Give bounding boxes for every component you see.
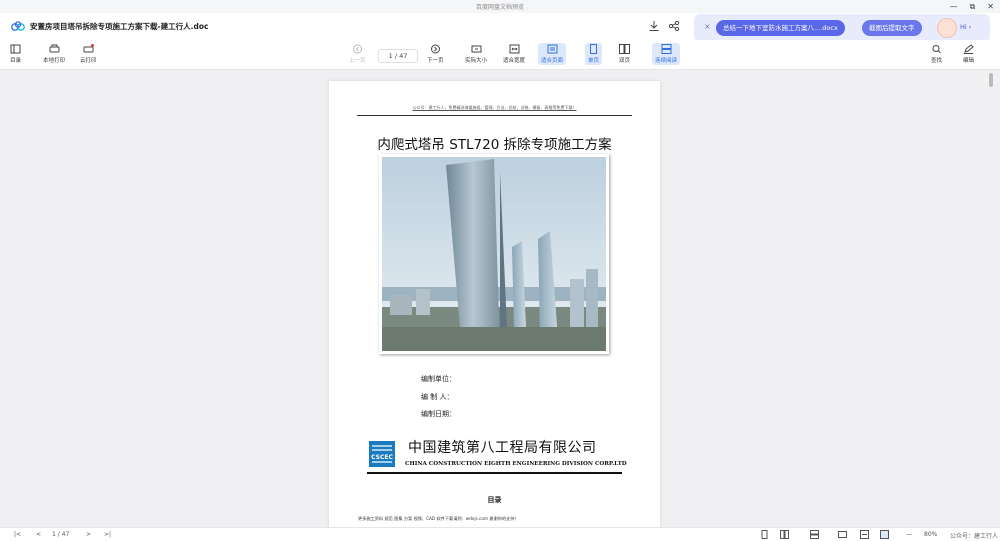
toolbar: 目录 本地打印 云打印 上一页 下一页 实际大小 适合宽度 适合页面 单页 双页… (0, 40, 1000, 70)
page-number-input[interactable]: 1 / 47 (378, 49, 418, 63)
ai-bar-close-icon[interactable]: × (704, 22, 711, 31)
company-name-en: CHINA CONSTRUCTION EIGHTH ENGINEERING DI… (405, 461, 627, 467)
edit-label: 编辑 (963, 58, 975, 64)
status-page-indicator[interactable]: 1 / 47 (52, 531, 69, 538)
field-author: 编 制 人： (421, 393, 454, 401)
zoom-out-button[interactable]: — (906, 531, 912, 538)
continuous-read-icon (661, 44, 671, 54)
first-page-button[interactable]: |< (14, 531, 21, 538)
single-page-button[interactable]: 单页 (585, 43, 603, 65)
ai-assistant-bar: × 总结一下地下室防水施工方案八....docx 截图后提取文字 Hi › (694, 14, 990, 42)
single-page-icon (590, 44, 597, 54)
document-viewport[interactable]: 公众号：建工行人；免费精选海量施组、管理、方法、总结、试卷、模板、表格等免费下载… (0, 71, 1000, 527)
actual-size-label: 实际大小 (465, 58, 488, 64)
double-page-label: 双页 (619, 58, 631, 64)
status-prev-button[interactable]: < (36, 531, 41, 538)
page-footer-note: 更多施工资料 规范 图集 方案 视频、CAD 软件下载请到：wdxjs.com … (358, 516, 519, 521)
ai-hi-button[interactable]: Hi › (960, 23, 971, 31)
ai-assistant-avatar[interactable] (937, 18, 957, 38)
pencil-icon (964, 44, 974, 54)
document-title: 内爬式塔吊 STL720 拆除专项施工方案 (377, 137, 612, 153)
double-page-icon (619, 44, 630, 54)
window-title: 百度网盘文档预览 (475, 4, 524, 11)
fit-page-button[interactable]: 适合页面 (538, 43, 567, 65)
ocr-extract-button[interactable]: 截图后提取文字 (862, 20, 922, 36)
next-page-button[interactable]: 下一页 (427, 44, 444, 64)
fit-page-icon (547, 44, 557, 54)
fit-width-label: 适合宽度 (503, 58, 526, 64)
cloud-printer-icon (83, 44, 94, 53)
last-page-button[interactable]: >| (104, 531, 111, 538)
watermark-text: 公众号：建工行人 (949, 533, 998, 540)
double-view-icon[interactable] (780, 530, 789, 539)
continuous-read-label: 连续阅读 (655, 58, 678, 64)
next-page-icon (430, 44, 440, 54)
page-header-rule (357, 115, 632, 116)
company-name-cn: 中国建筑第八工程局有限公司 (408, 440, 597, 456)
field-date: 编制日期： (421, 410, 456, 418)
vertical-scrollbar[interactable] (988, 71, 994, 527)
prev-page-label: 上一页 (349, 58, 366, 64)
scrollbar-thumb[interactable] (989, 73, 993, 87)
scroll-view-icon[interactable] (810, 530, 819, 539)
close-window-button[interactable]: ✕ (987, 2, 994, 11)
printer-icon (49, 44, 59, 53)
toc-icon (10, 44, 21, 54)
single-view-icon[interactable] (760, 530, 769, 539)
actual-size-icon (471, 45, 481, 53)
search-button[interactable]: 查找 (931, 44, 942, 64)
toc-button[interactable]: 目录 (10, 44, 21, 64)
cloud-print-button[interactable]: 云打印 (80, 44, 97, 64)
actual-size-status-icon[interactable] (838, 530, 847, 539)
field-organization: 编制单位： (421, 375, 456, 383)
prev-page-button[interactable]: 上一页 (349, 44, 366, 64)
document-page: 公众号：建工行人；免费精选海量施组、管理、方法、总结、试卷、模板、表格等免费下载… (329, 81, 660, 527)
continuous-read-button[interactable]: 连续阅读 (652, 43, 681, 65)
prev-page-icon (352, 44, 362, 54)
cscec-logo-icon: CSCEC (369, 441, 395, 467)
download-icon[interactable] (648, 20, 660, 32)
document-name: 安置房项目塔吊拆除专项施工方案下载-建工行人.doc (30, 22, 209, 31)
zoom-level[interactable]: 80% (924, 531, 937, 538)
fit-page-status-icon[interactable] (880, 530, 889, 539)
toc-heading: 目录 (487, 496, 502, 504)
status-next-button[interactable]: > (86, 531, 91, 538)
restore-button[interactable]: ⧉ (970, 2, 976, 12)
single-page-label: 单页 (588, 58, 600, 64)
fit-width-status-icon[interactable] (860, 530, 869, 539)
fit-page-label: 适合页面 (541, 58, 564, 64)
cloud-print-label: 云打印 (80, 58, 97, 64)
share-icon[interactable] (668, 20, 680, 32)
company-rule (367, 472, 622, 474)
status-bar: |< < 1 / 47 > >| — 80% 公众号：建工行人 (0, 527, 1000, 541)
window-titlebar: 百度网盘文档预览 — ⧉ ✕ (0, 0, 1000, 13)
cscec-logo-text: CSCEC (371, 454, 393, 461)
tower-photo (379, 154, 609, 354)
actual-size-button[interactable]: 实际大小 (465, 44, 487, 64)
edit-button[interactable]: 编辑 (963, 44, 974, 64)
fit-width-button[interactable]: 适合宽度 (503, 44, 525, 64)
minimize-button[interactable]: — (950, 2, 958, 11)
ai-suggestion-chip[interactable]: 总结一下地下室防水施工方案八....docx (716, 20, 845, 36)
local-print-label: 本地打印 (43, 58, 66, 64)
page-header-note: 公众号：建工行人；免费精选海量施组、管理、方法、总结、试卷、模板、表格等免费下载… (412, 105, 577, 110)
next-page-label: 下一页 (427, 58, 444, 64)
fit-width-icon (509, 44, 519, 54)
toc-label: 目录 (10, 58, 22, 64)
local-print-button[interactable]: 本地打印 (43, 44, 65, 64)
search-icon (932, 45, 941, 54)
skyscraper-image (382, 157, 606, 351)
baidu-netdisk-logo-icon (11, 21, 25, 31)
double-page-button[interactable]: 双页 (619, 44, 630, 64)
search-label: 查找 (931, 58, 943, 64)
